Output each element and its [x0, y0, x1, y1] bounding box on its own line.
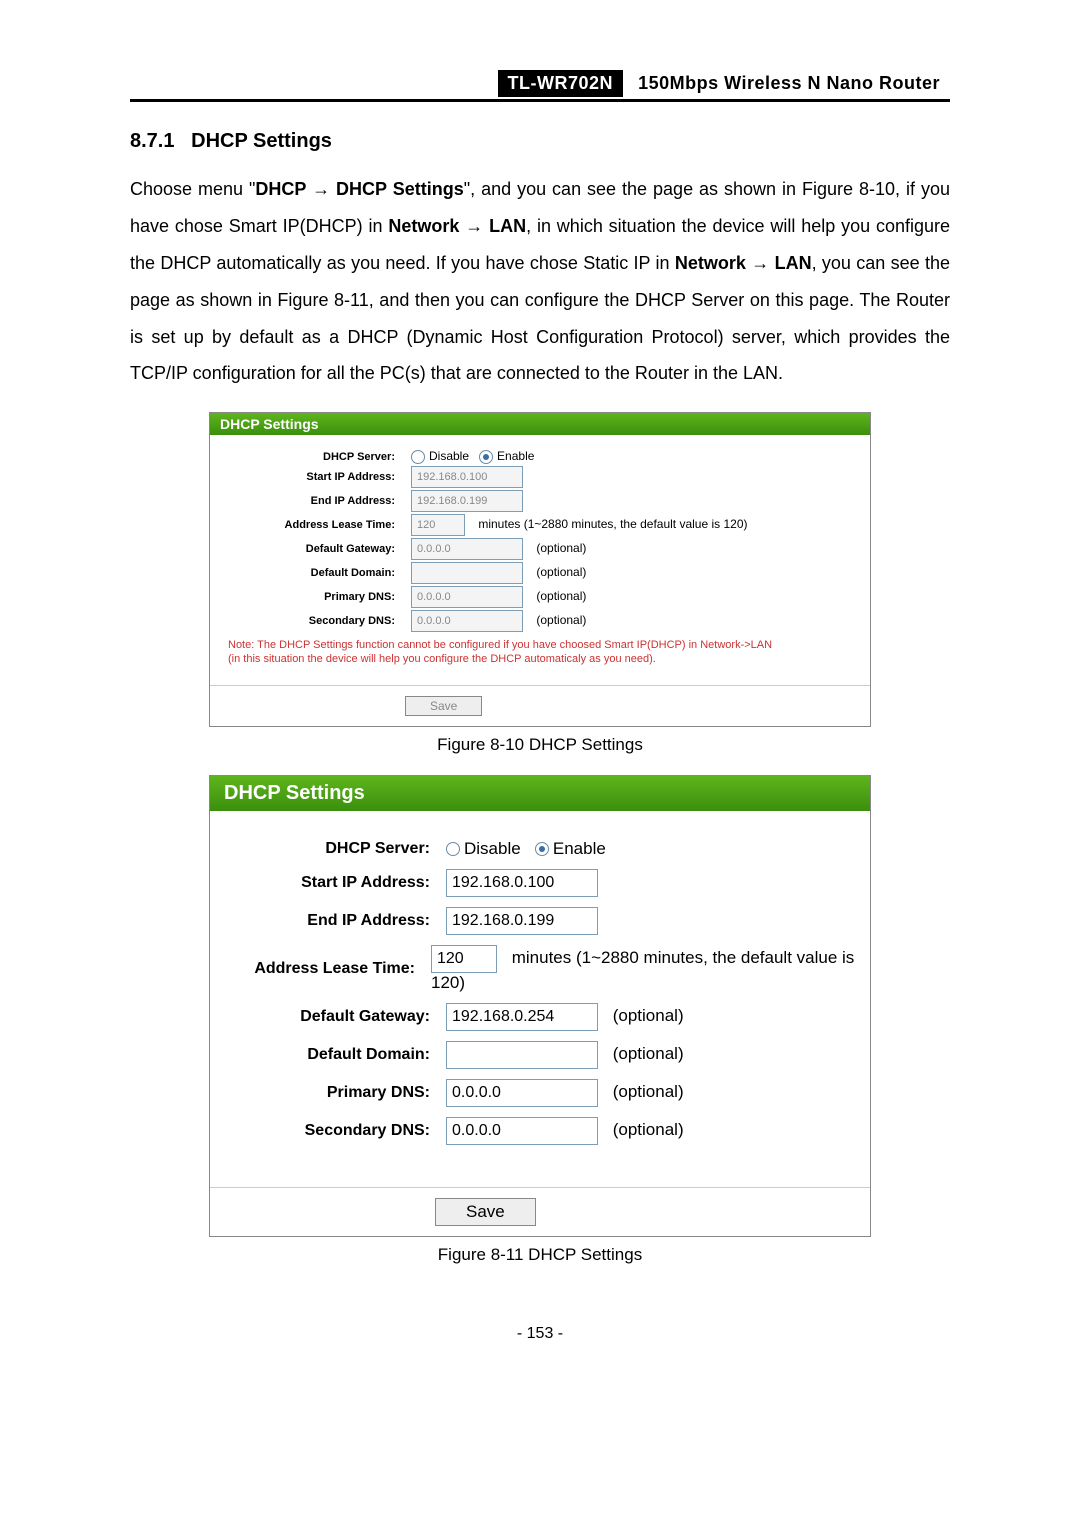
body-paragraph: Choose menu "DHCP → DHCP Settings", and … — [130, 171, 950, 392]
hint-optional: (optional) — [613, 1082, 684, 1101]
model-description: 150Mbps Wireless N Nano Router — [628, 70, 950, 97]
dhcp-panel-figure-8-11: DHCP Settings DHCP Server: Disable Enabl… — [209, 775, 871, 1237]
label-gateway: Default Gateway: — [220, 543, 411, 555]
hint-optional: (optional) — [536, 589, 586, 603]
radio-enable[interactable] — [535, 842, 549, 856]
dhcp-server-radios: Disable Enable — [411, 449, 534, 464]
label-pdns: Primary DNS: — [220, 1084, 446, 1102]
input-sdns[interactable] — [446, 1117, 598, 1145]
input-lease[interactable] — [431, 945, 497, 973]
radio-disable[interactable] — [446, 842, 460, 856]
panel2-footer: Save — [210, 1187, 870, 1236]
input-start-ip[interactable] — [446, 869, 598, 897]
section-number: 8.7.1 — [130, 130, 174, 152]
label-end-ip: End IP Address: — [220, 495, 411, 507]
hint-optional: (optional) — [613, 1006, 684, 1025]
input-pdns[interactable] — [446, 1079, 598, 1107]
input-domain[interactable] — [411, 562, 523, 584]
figure-caption-8-11: Figure 8-11 DHCP Settings — [130, 1245, 950, 1265]
label-start-ip: Start IP Address: — [220, 874, 446, 892]
save-button[interactable]: Save — [435, 1198, 536, 1226]
input-end-ip[interactable] — [446, 907, 598, 935]
input-sdns[interactable] — [411, 610, 523, 632]
label-start-ip: Start IP Address: — [220, 471, 411, 483]
label-sdns: Secondary DNS: — [220, 1122, 446, 1140]
hint-optional: (optional) — [613, 1120, 684, 1139]
input-gateway[interactable] — [411, 538, 523, 560]
section-title: DHCP Settings — [191, 130, 332, 152]
label-domain: Default Domain: — [220, 1046, 446, 1064]
radio-enable[interactable] — [479, 450, 493, 464]
dhcp-panel-figure-8-10: DHCP Settings DHCP Server: Disable Enabl… — [209, 412, 871, 726]
input-gateway[interactable] — [446, 1003, 598, 1031]
hint-optional: (optional) — [536, 541, 586, 555]
page-header: TL-WR702N 150Mbps Wireless N Nano Router — [130, 70, 950, 102]
panel1-note: Note: The DHCP Settings function cannot … — [220, 634, 860, 671]
input-pdns[interactable] — [411, 586, 523, 608]
panel2-title: DHCP Settings — [210, 776, 870, 811]
page-number: - 153 - — [130, 1325, 950, 1343]
input-domain[interactable] — [446, 1041, 598, 1069]
hint-optional: (optional) — [613, 1044, 684, 1063]
panel1-title: DHCP Settings — [210, 413, 870, 435]
input-lease[interactable] — [411, 514, 465, 536]
model-number: TL-WR702N — [498, 70, 624, 97]
hint-optional: (optional) — [536, 565, 586, 579]
input-end-ip[interactable] — [411, 490, 523, 512]
label-lease: Address Lease Time: — [220, 519, 411, 531]
section-heading: 8.7.1 DHCP Settings — [130, 130, 950, 153]
hint-optional: (optional) — [536, 613, 586, 627]
label-sdns: Secondary DNS: — [220, 615, 411, 627]
label-dhcp-server: DHCP Server: — [220, 451, 411, 463]
radio-disable[interactable] — [411, 450, 425, 464]
input-start-ip[interactable] — [411, 466, 523, 488]
label-pdns: Primary DNS: — [220, 591, 411, 603]
save-button[interactable]: Save — [405, 696, 482, 716]
figure-caption-8-10: Figure 8-10 DHCP Settings — [130, 735, 950, 755]
dhcp-server-radios: Disable Enable — [446, 839, 606, 859]
label-gateway: Default Gateway: — [220, 1008, 446, 1026]
label-end-ip: End IP Address: — [220, 912, 446, 930]
panel1-footer: Save — [210, 685, 870, 726]
label-lease: Address Lease Time: — [220, 960, 431, 978]
label-dhcp-server: DHCP Server: — [220, 840, 446, 858]
label-domain: Default Domain: — [220, 567, 411, 579]
lease-hint: minutes (1~2880 minutes, the default val… — [478, 517, 747, 531]
